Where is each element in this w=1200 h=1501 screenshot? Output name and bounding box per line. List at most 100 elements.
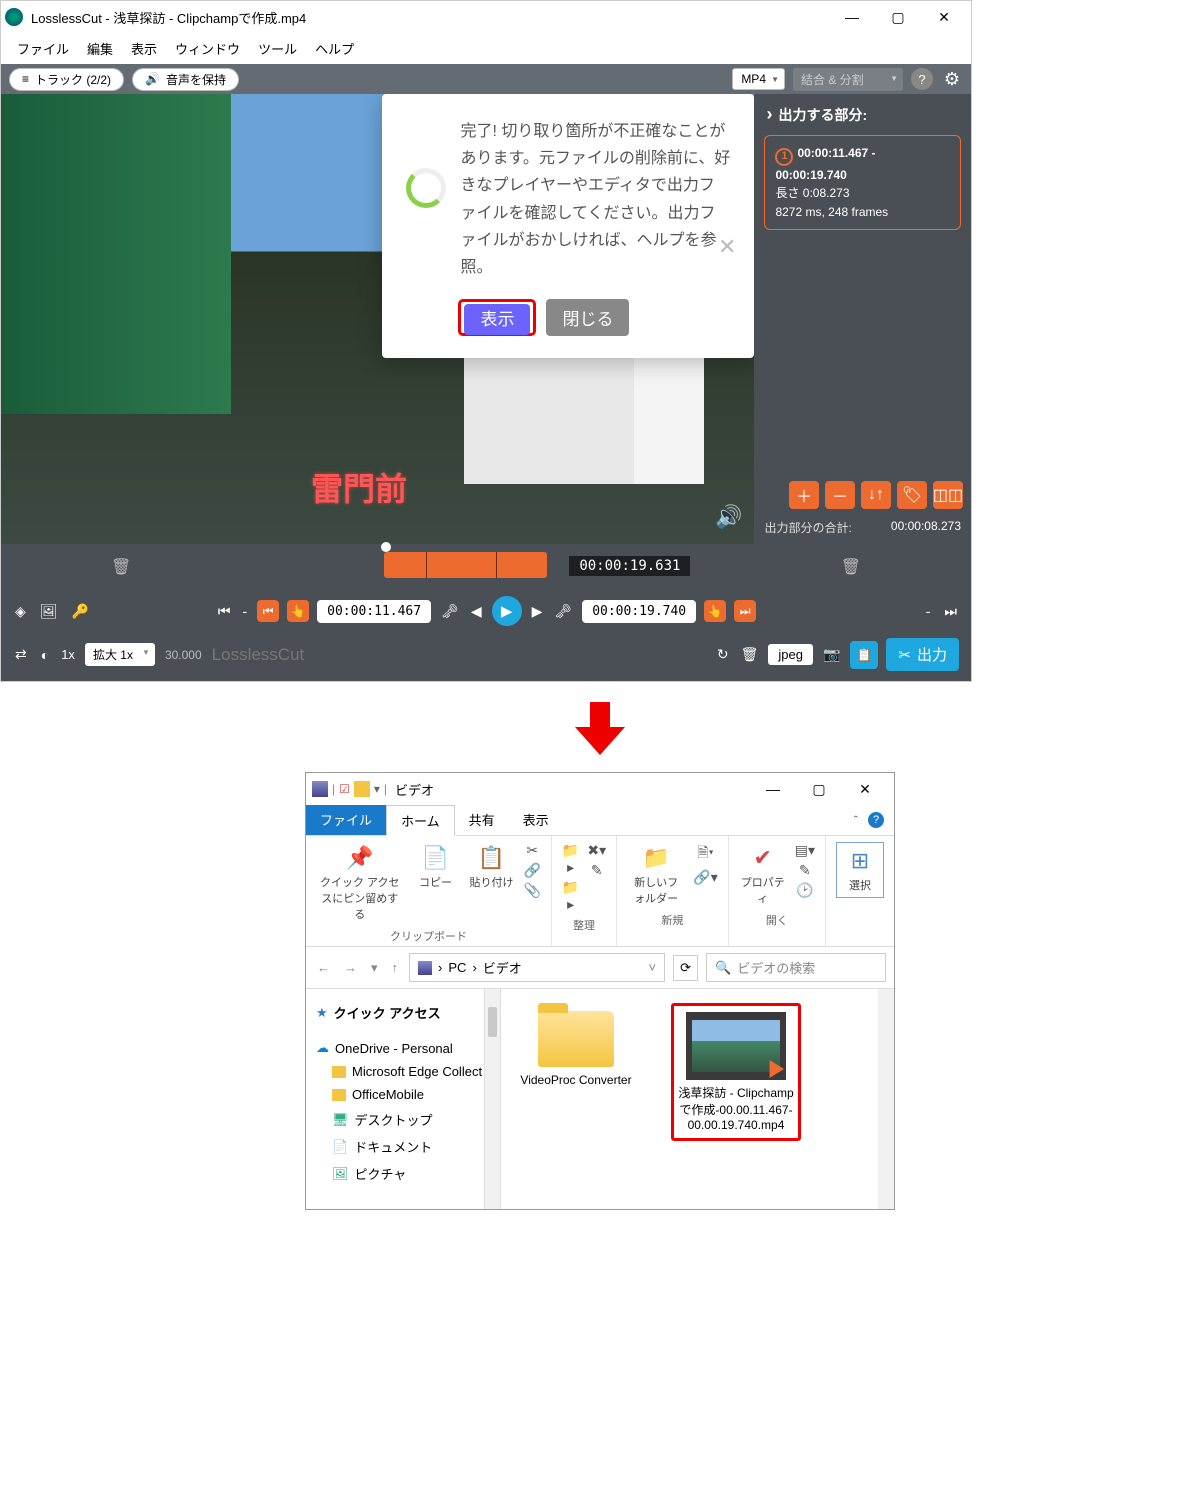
search-box[interactable]: 🔍 ビデオの検索: [706, 953, 886, 982]
menu-edit[interactable]: 編集: [79, 37, 121, 60]
zoom-dropdown[interactable]: 拡大 1x: [85, 643, 155, 666]
camera-icon[interactable]: 📷: [821, 646, 842, 663]
tree-onedrive[interactable]: ☁OneDrive - Personal: [314, 1036, 496, 1060]
paste-button[interactable]: 📋貼り付け: [467, 842, 515, 892]
tab-home[interactable]: ホーム: [386, 805, 455, 836]
minimize-button[interactable]: ―: [829, 3, 875, 31]
ribbon-collapse-icon[interactable]: ˆ: [854, 813, 858, 828]
file-video-output[interactable]: 浅草探訪 - Clipchampで作成-00.00.11.467-00.00.1…: [671, 1003, 801, 1141]
crumb-pc[interactable]: PC: [448, 960, 466, 975]
dialog-show-button[interactable]: 表示: [464, 304, 530, 335]
tree-item[interactable]: 🖥デスクトップ: [314, 1106, 496, 1133]
pin-quick-access-button[interactable]: 📌クイック アクセスにピン留めする: [316, 842, 403, 924]
timeline-ruler[interactable]: 00:00:19.631: [139, 552, 832, 582]
cut-start-time[interactable]: 00:00:11.467: [317, 600, 431, 623]
close-button[interactable]: ✕: [921, 3, 967, 31]
exp-minimize-button[interactable]: ―: [750, 775, 796, 803]
segment-item[interactable]: 100:00:11.467 - 00:00:19.740 長さ 0:08.273…: [764, 135, 961, 230]
properties-button[interactable]: ✔プロパティ: [739, 842, 787, 908]
step-fwd-icon[interactable]: ▶: [530, 603, 545, 620]
tree-quick-access[interactable]: ★クイック アクセス: [314, 999, 496, 1026]
keyframes-icon[interactable]: 🔑: [70, 603, 91, 620]
qat-folder-icon[interactable]: [354, 781, 370, 797]
delete-after-icon[interactable]: 🗑: [841, 557, 861, 577]
menu-file[interactable]: ファイル: [9, 37, 77, 60]
set-cut-end-icon[interactable]: 👆: [704, 600, 726, 622]
ribbon-help-icon[interactable]: ?: [868, 812, 884, 828]
format-dropdown[interactable]: MP4: [732, 68, 785, 90]
nav-recent-icon[interactable]: ▾: [368, 960, 381, 976]
add-segment-icon[interactable]: ＋: [789, 481, 819, 509]
select-button[interactable]: ⊞選択: [836, 842, 884, 898]
trash-icon[interactable]: 🗑: [739, 646, 761, 663]
play-button[interactable]: ▶: [492, 596, 522, 626]
dialog-close-button[interactable]: 閉じる: [546, 299, 629, 336]
capture-format[interactable]: jpeg: [768, 644, 813, 665]
seek-end-icon[interactable]: ⏭: [942, 603, 959, 620]
step-back-icon[interactable]: ◀: [469, 603, 484, 620]
tab-view[interactable]: 表示: [509, 805, 563, 835]
key-next-icon[interactable]: 🗝: [552, 603, 574, 620]
open-icon[interactable]: ▤▾: [795, 842, 815, 859]
menu-window[interactable]: ウィンドウ: [167, 37, 248, 60]
navigation-tree[interactable]: ★クイック アクセス ☁OneDrive - Personal Microsof…: [306, 989, 501, 1209]
help-button[interactable]: ?: [911, 68, 933, 90]
segments-header[interactable]: 出力する部分:: [754, 94, 971, 135]
paste-shortcut-icon[interactable]: 📎: [523, 882, 540, 899]
waveform-icon[interactable]: ◈: [13, 603, 28, 620]
seek-start-icon[interactable]: ⏮: [216, 603, 233, 620]
loop-mode-icon[interactable]: ⇄: [13, 646, 29, 663]
split-view-icon[interactable]: ◫◫: [933, 481, 963, 509]
thumbnails-icon[interactable]: 🖼: [38, 603, 60, 620]
nav-fwd-icon[interactable]: →: [341, 960, 360, 975]
tree-item[interactable]: 📄ドキュメント: [314, 1133, 496, 1160]
yin-yang-icon[interactable]: ◐: [39, 647, 51, 663]
cut-icon[interactable]: ✂: [523, 842, 540, 859]
history-icon[interactable]: 🕑: [795, 882, 815, 899]
delete-before-icon[interactable]: 🗑: [111, 557, 131, 577]
keep-audio-button[interactable]: 🔊 音声を保持: [132, 68, 239, 91]
qat-props-icon[interactable]: ☑: [339, 782, 350, 796]
menu-help[interactable]: ヘルプ: [307, 37, 362, 60]
nav-back-icon[interactable]: ←: [314, 960, 333, 975]
tree-item[interactable]: 🖼ピクチャ: [314, 1160, 496, 1187]
menu-tools[interactable]: ツール: [250, 37, 305, 60]
delete-icon[interactable]: ✖▾: [587, 842, 606, 859]
tag-icon[interactable]: 🏷: [897, 481, 927, 509]
exp-maximize-button[interactable]: ▢: [796, 775, 842, 803]
tree-scrollbar[interactable]: [484, 989, 500, 1209]
tree-item[interactable]: OfficeMobile: [314, 1083, 496, 1106]
tab-share[interactable]: 共有: [455, 805, 509, 835]
menu-view[interactable]: 表示: [123, 37, 165, 60]
cut-end-time[interactable]: 00:00:19.740: [582, 600, 696, 623]
tab-file[interactable]: ファイル: [306, 805, 386, 835]
merge-split-dropdown[interactable]: 結合 & 分割: [793, 68, 903, 91]
seek-cut-end-icon[interactable]: ⏭: [734, 600, 756, 622]
key-prev-icon[interactable]: 🗝: [439, 603, 461, 620]
files-scrollbar[interactable]: [878, 989, 894, 1209]
tracks-button[interactable]: ≡ トラック (2/2): [9, 68, 124, 91]
volume-icon[interactable]: 🔊: [715, 504, 742, 530]
exp-close-button[interactable]: ✕: [842, 775, 888, 803]
speed-label[interactable]: 1x: [61, 647, 75, 662]
dialog-close-icon[interactable]: ✕: [718, 234, 736, 260]
seek-cut-start-icon[interactable]: ⏮: [257, 600, 279, 622]
tree-item[interactable]: Microsoft Edge Collect: [314, 1060, 496, 1083]
rename-icon[interactable]: ✎: [587, 862, 606, 879]
timeline-track[interactable]: 🗑 00:00:19.631 🗑: [1, 544, 971, 590]
maximize-button[interactable]: ▢: [875, 3, 921, 31]
move-to-icon[interactable]: 📁▸: [562, 842, 579, 876]
reorder-icon[interactable]: ↓↑: [861, 481, 891, 509]
copy-to-icon[interactable]: 📁▸: [562, 879, 579, 913]
timeline-segment[interactable]: [384, 552, 547, 578]
easy-access-icon[interactable]: 🔗▾: [693, 869, 717, 886]
file-list[interactable]: VideoProc Converter 浅草探訪 - Clipchampで作成-…: [501, 989, 894, 1209]
new-item-icon[interactable]: 🗎▾: [693, 842, 717, 866]
copy-path-icon[interactable]: 🔗: [523, 862, 540, 879]
refresh-button[interactable]: ⟳: [673, 955, 698, 981]
file-folder[interactable]: VideoProc Converter: [511, 1003, 641, 1087]
crumb-folder[interactable]: ビデオ: [483, 958, 522, 977]
copy-button[interactable]: 📄コピー: [411, 842, 459, 892]
rotate-icon[interactable]: ↻: [715, 646, 731, 663]
export-button[interactable]: ✂ 出力: [886, 638, 959, 671]
